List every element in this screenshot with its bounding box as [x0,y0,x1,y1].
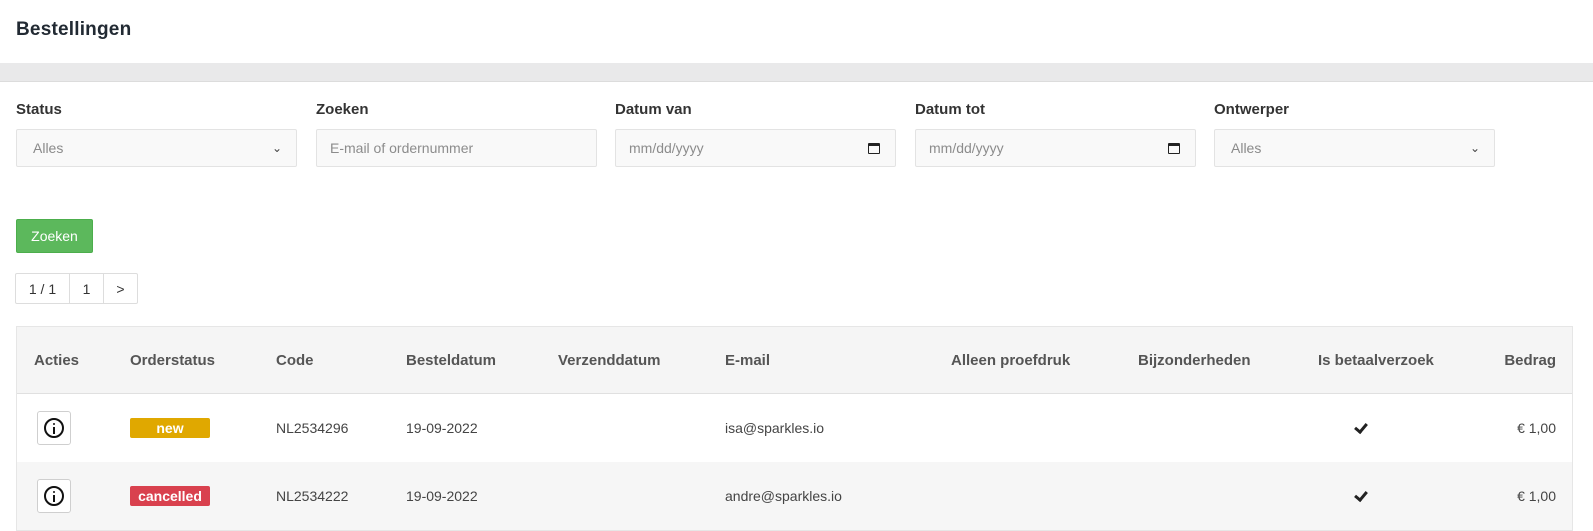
next-page-button[interactable]: > [104,274,137,303]
order-amount: € 1,00 [1517,488,1556,504]
designer-select-value: Alles [1231,140,1262,156]
col-alleen-proefdruk: Alleen proefdruk [951,352,1071,369]
header-band [0,63,1593,82]
filter-search: Zoeken E-mail of ordernummer [316,101,597,167]
filter-designer: Ontwerper Alles ⌄ [1214,101,1495,167]
designer-select[interactable]: Alles ⌄ [1214,129,1495,167]
orders-table: Acties Orderstatus Code Besteldatum Verz… [16,326,1573,531]
table-row: cancelled NL2534222 19-09-2022 andre@spa… [17,462,1572,530]
order-info-button[interactable] [37,411,71,445]
order-date: 19-09-2022 [406,420,478,436]
order-amount: € 1,00 [1517,420,1556,436]
date-to-label: Datum tot [915,101,985,118]
col-acties: Acties [34,352,80,369]
chevron-down-icon: ⌄ [1469,141,1480,155]
col-email: E-mail [725,352,771,369]
chevron-down-icon: ⌄ [271,141,282,155]
date-to-placeholder: mm/dd/yyyy [929,140,1004,156]
order-email: isa@sparkles.io [725,420,825,436]
status-badge: new [130,418,210,438]
col-orderstatus: Orderstatus [130,352,216,369]
calendar-icon[interactable] [867,141,881,155]
col-bedrag: Bedrag [1504,352,1556,369]
status-label: Status [16,101,62,118]
col-code: Code [276,352,314,369]
order-date: 19-09-2022 [406,488,478,504]
search-label: Zoeken [316,101,369,118]
page-1-button[interactable]: 1 [70,274,104,303]
page-title: Bestellingen [16,19,132,40]
order-email: andre@sparkles.io [725,488,842,504]
order-info-button[interactable] [37,479,71,513]
date-from-placeholder: mm/dd/yyyy [629,140,704,156]
top-bar: Bestellingen [0,0,1593,63]
order-code: NL2534222 [276,488,349,504]
filter-status: Status Alles ⌄ [16,101,297,167]
search-button[interactable]: Zoeken [16,219,93,253]
page-summary: 1 / 1 [16,274,70,303]
col-verzenddatum: Verzenddatum [558,352,661,369]
date-from-input[interactable]: mm/dd/yyyy [615,129,896,167]
col-bijzonderheden: Bijzonderheden [1138,352,1251,369]
table-row: new NL2534296 19-09-2022 isa@sparkles.io… [17,394,1572,462]
info-icon [44,486,64,506]
date-to-input[interactable]: mm/dd/yyyy [915,129,1196,167]
calendar-icon[interactable] [1167,141,1181,155]
search-input[interactable]: E-mail of ordernummer [316,129,597,167]
status-select-value: Alles [33,140,64,156]
check-icon [1354,489,1366,503]
pagination: 1 / 1 1 > [15,273,138,304]
order-code: NL2534296 [276,420,349,436]
check-icon [1354,421,1366,435]
status-select[interactable]: Alles ⌄ [16,129,297,167]
status-badge: cancelled [130,486,210,506]
date-from-label: Datum van [615,101,692,118]
filter-date-to: Datum tot mm/dd/yyyy [915,101,1196,167]
search-placeholder: E-mail of ordernummer [330,140,474,156]
filter-date-from: Datum van mm/dd/yyyy [615,101,896,167]
col-is-betaalverzoek: Is betaalverzoek [1318,352,1434,369]
table-header: Acties Orderstatus Code Besteldatum Verz… [17,327,1572,394]
designer-label: Ontwerper [1214,101,1290,118]
col-besteldatum: Besteldatum [406,352,497,369]
info-icon [44,418,64,438]
